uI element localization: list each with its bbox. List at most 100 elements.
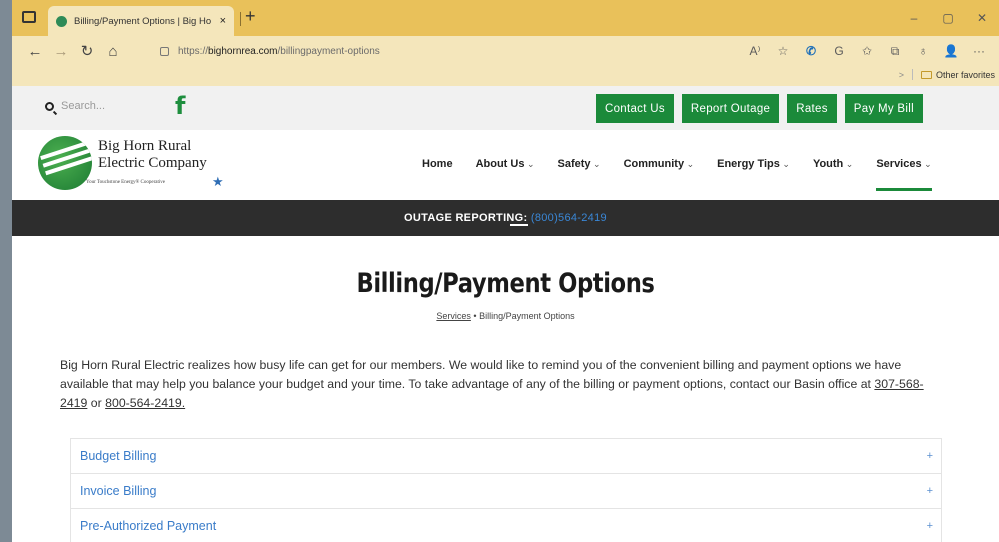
shield-icon[interactable]: ♁ [909,44,937,58]
chevron-down-icon: ⌄ [590,159,601,169]
outage-phone-link[interactable]: (800)564-2419 [531,212,607,224]
nav-item-services[interactable]: Services ⌄ [876,158,932,191]
nav-item-energy-tips[interactable]: Energy Tips ⌄ [717,158,790,170]
nav-label: Safety [557,158,591,170]
accordion-item-invoice-billing[interactable]: Invoice Billing + [71,474,941,509]
url-prefix: https:// [178,45,209,57]
address-bar-row: ← → ↻ ⌂ https://bighornrea.com/billingpa… [12,36,999,66]
breadcrumb-current: Billing/Payment Options [479,311,575,321]
facebook-icon[interactable]: f [175,92,185,120]
chevron-down-icon: ⌄ [921,159,932,169]
profile-icon[interactable]: 👤 [937,44,965,58]
new-tab-button[interactable]: + [245,6,256,27]
outage-underline [510,224,528,226]
window-menu-icon[interactable] [22,11,36,23]
chevron-down-icon: ⌄ [843,159,854,169]
close-window-button[interactable]: ✕ [965,11,999,25]
accordion-item-pre-authorized-payment[interactable]: Pre-Authorized Payment + [71,509,941,542]
logo-tagline: Your Touchstone Energy® Cooperative [86,180,165,185]
nav-item-safety[interactable]: Safety ⌄ [558,158,601,170]
logo-line-1: Big Horn Rural [98,138,192,154]
other-favorites-link[interactable]: Other favorites [936,70,995,80]
chevron-down-icon: ⌄ [684,159,695,169]
tab-close-icon[interactable]: × [220,15,226,27]
page-content: Billing/Payment Options Services • Billi… [12,236,999,542]
nav-label: Services [876,158,922,170]
logo-text[interactable]: Big Horn Rural Electric Company [98,138,207,172]
collections-icon[interactable]: ⧉ [881,44,909,59]
forward-button[interactable]: → [48,43,74,60]
top-buttons: Contact Us Report Outage Rates Pay My Bi… [596,94,931,123]
nav-item-about-us[interactable]: About Us ⌄ [476,158,535,170]
outage-label: OUTAGE REPORTING: [404,212,528,224]
nav-label: Energy Tips [717,158,780,170]
site-favicon-icon [56,15,67,27]
search-placeholder: Search... [61,100,106,112]
favorites-icon[interactable]: ✩ [853,44,881,58]
nav-items: Home About Us ⌄ Safety ⌄ Community ⌄ Ene… [422,158,955,191]
maximize-button[interactable]: ▢ [931,11,965,25]
nav-item-community[interactable]: Community ⌄ [624,158,695,170]
lock-icon[interactable] [160,46,169,56]
title-bar: Billing/Payment Options | Big Ho × + – ▢… [12,0,999,36]
plus-icon: + [926,485,933,497]
read-aloud-icon[interactable]: A⁾ [741,44,769,58]
tab-divider [240,12,241,26]
accordion-label: Budget Billing [80,449,157,463]
favorites-bar: > Other favorites [12,66,999,86]
rates-button[interactable]: Rates [787,94,837,123]
plus-icon: + [926,450,933,462]
search-input[interactable]: Search... [45,100,105,112]
logo-line-2: Electric Company [98,155,207,171]
url-host: bighornrea.com [208,45,278,57]
breadcrumb: Services • Billing/Payment Options [12,311,999,321]
logo-icon[interactable] [38,136,92,190]
nav-item-youth[interactable]: Youth ⌄ [813,158,853,170]
browser-window: Billing/Payment Options | Big Ho × + – ▢… [12,0,999,542]
site-top-bar: Search... f Contact Us Report Outage Rat… [12,86,999,130]
browser-toolbar: A⁾ ☆ ✆ G ✩ ⧉ ♁ 👤 ··· [741,36,993,66]
main-nav: Big Horn Rural Electric Company Your Tou… [12,130,999,200]
accordion-label: Invoice Billing [80,484,157,498]
window-controls: – ▢ ✕ [897,0,999,36]
touchstone-star-icon: ★ [212,174,224,189]
plus-icon: + [926,520,933,532]
search-icon [45,101,54,111]
tollfree-phone-link[interactable]: 800-564-2419. [105,396,185,410]
billing-accordion: Budget Billing + Invoice Billing + Pre-A… [70,438,942,542]
phone-icon[interactable]: ✆ [797,44,825,58]
refresh-extension-icon[interactable]: G [825,44,853,58]
nav-label: Community [623,158,685,170]
nav-label: About Us [475,158,525,170]
breadcrumb-separator: • [473,311,477,321]
home-button[interactable]: ⌂ [100,43,126,60]
url-field[interactable]: https://bighornrea.com/billingpayment-op… [160,39,720,63]
pay-my-bill-button[interactable]: Pay My Bill [844,94,923,123]
outage-banner: OUTAGE REPORTING: (800)564-2419 [12,200,999,236]
refresh-button[interactable]: ↻ [74,42,100,60]
chevron-down-icon: ⌄ [524,159,535,169]
intro-paragraph: Big Horn Rural Electric realizes how bus… [60,356,930,413]
favorites-right: > Other favorites [899,69,995,80]
divider [911,69,913,80]
nav-item-home[interactable]: Home [422,158,453,170]
breadcrumb-services-link[interactable]: Services [436,311,471,321]
nav-label: Youth [812,158,844,170]
more-icon[interactable]: ··· [965,44,993,58]
page-title: Billing/Payment Options [356,268,655,299]
intro-or: or [90,396,102,410]
nav-label: Home [422,158,453,170]
contact-us-button[interactable]: Contact Us [596,94,674,123]
tab-title: Billing/Payment Options | Big Ho [74,15,212,27]
intro-text: Big Horn Rural Electric realizes how bus… [60,358,902,391]
accordion-label: Pre-Authorized Payment [80,519,217,533]
back-button[interactable]: ← [22,43,48,60]
accordion-item-budget-billing[interactable]: Budget Billing + [71,439,941,474]
tracking-icon[interactable]: ☆ [769,44,797,58]
report-outage-button[interactable]: Report Outage [681,94,780,123]
url-path: /billingpayment-options [277,45,380,57]
browser-tab[interactable]: Billing/Payment Options | Big Ho × [48,6,234,36]
chevron-right-icon[interactable]: > [899,70,904,80]
chevron-down-icon: ⌄ [779,159,790,169]
minimize-button[interactable]: – [897,11,931,25]
